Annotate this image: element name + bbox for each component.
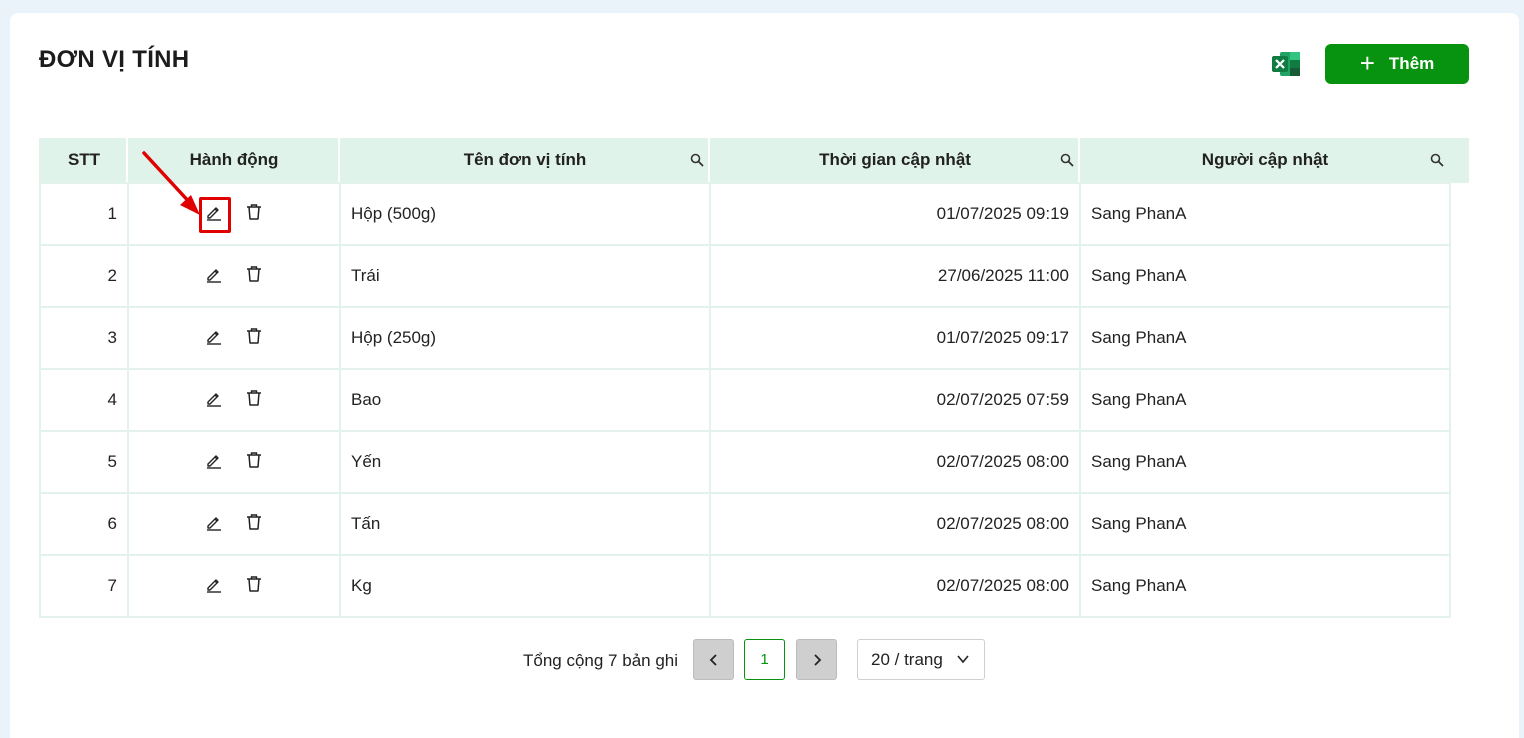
delete-icon[interactable] <box>245 575 263 593</box>
table-row: 2 Trái 27/06/2025 11:00 Sang PhanA <box>39 244 1451 308</box>
cell-name: Hộp (250g) <box>339 306 711 370</box>
table-header-row: STT Hành động Tên đơn vị tính Thời gian … <box>40 138 1450 183</box>
prev-page-button[interactable] <box>693 639 734 680</box>
cell-actions <box>127 368 341 432</box>
next-page-button[interactable] <box>796 639 837 680</box>
add-button-label: Thêm <box>1388 54 1435 73</box>
excel-export-button[interactable] <box>1271 51 1301 77</box>
delete-icon[interactable] <box>245 265 263 283</box>
cell-name: Hộp (500g) <box>339 182 711 246</box>
cell-stt: 2 <box>39 244 129 308</box>
delete-icon[interactable] <box>245 327 263 345</box>
cell-name: Trái <box>339 244 711 308</box>
pagination: Tổng cộng 7 bản ghi 1 20 / trang <box>0 639 1524 681</box>
chevron-left-icon <box>709 653 717 666</box>
cell-updated-by: Sang PhanA <box>1079 368 1451 432</box>
cell-stt: 1 <box>39 182 129 246</box>
cell-stt: 7 <box>39 554 129 618</box>
cell-updated-time: 02/07/2025 08:00 <box>709 492 1081 556</box>
cell-updated-by: Sang PhanA <box>1079 244 1451 308</box>
chevron-right-icon <box>813 653 821 666</box>
cell-updated-time: 01/07/2025 09:19 <box>709 182 1081 246</box>
cell-actions <box>127 430 341 494</box>
cell-name: Kg <box>339 554 711 618</box>
plus-icon: + <box>1359 47 1375 78</box>
delete-icon[interactable] <box>245 203 263 221</box>
cell-updated-by: Sang PhanA <box>1079 182 1451 246</box>
cell-updated-by: Sang PhanA <box>1079 306 1451 370</box>
cell-updated-by: Sang PhanA <box>1079 430 1451 494</box>
cell-updated-time: 01/07/2025 09:17 <box>709 306 1081 370</box>
annotation-arrow <box>142 151 200 215</box>
cell-updated-time: 02/07/2025 08:00 <box>709 554 1081 618</box>
cell-updated-time: 27/06/2025 11:00 <box>709 244 1081 308</box>
chevron-down-icon <box>957 655 969 664</box>
page-1-button[interactable]: 1 <box>744 639 785 680</box>
table-row: 1 Hộp (500g) 01/07/2025 09:19 Sang PhanA <box>39 182 1451 246</box>
cell-updated-time: 02/07/2025 07:59 <box>709 368 1081 432</box>
edit-icon[interactable] <box>205 327 223 345</box>
total-records: Tổng cộng 7 bản ghi <box>523 651 679 670</box>
page-title: ĐƠN VỊ TÍNH <box>39 46 190 73</box>
cell-stt: 6 <box>39 492 129 556</box>
search-icon[interactable] <box>690 153 704 167</box>
cell-stt: 5 <box>39 430 129 494</box>
table-row: 7 Kg 02/07/2025 08:00 Sang PhanA <box>39 554 1451 618</box>
column-header-updated-by: Người cập nhật <box>1080 138 1450 183</box>
page-size-value: 20 / trang <box>871 649 943 669</box>
delete-icon[interactable] <box>245 513 263 531</box>
edit-icon[interactable] <box>205 513 223 531</box>
table-row: 6 Tấn 02/07/2025 08:00 Sang PhanA <box>39 492 1451 556</box>
delete-icon[interactable] <box>245 451 263 469</box>
search-icon[interactable] <box>1060 153 1074 167</box>
cell-actions <box>127 306 341 370</box>
column-header-name: Tên đơn vị tính <box>340 138 710 183</box>
cell-updated-by: Sang PhanA <box>1079 554 1451 618</box>
column-header-updated-time: Thời gian cập nhật <box>710 138 1080 183</box>
units-table: STT Hành động Tên đơn vị tính Thời gian … <box>39 138 1469 618</box>
table-row: 5 Yến 02/07/2025 08:00 Sang PhanA <box>39 430 1451 494</box>
page-size-select[interactable]: 20 / trang <box>857 639 985 680</box>
table-row: 3 Hộp (250g) 01/07/2025 09:17 Sang PhanA <box>39 306 1451 370</box>
cell-name: Bao <box>339 368 711 432</box>
add-button[interactable]: + Thêm <box>1325 44 1469 84</box>
cell-actions <box>127 244 341 308</box>
cell-stt: 4 <box>39 368 129 432</box>
search-icon[interactable] <box>1430 153 1444 167</box>
cell-updated-time: 02/07/2025 08:00 <box>709 430 1081 494</box>
edit-icon[interactable] <box>205 389 223 407</box>
excel-icon <box>1272 52 1300 76</box>
column-header-stt: STT <box>40 138 128 183</box>
delete-icon[interactable] <box>245 389 263 407</box>
table-row: 4 Bao 02/07/2025 07:59 Sang PhanA <box>39 368 1451 432</box>
cell-actions <box>127 554 341 618</box>
cell-name: Yến <box>339 430 711 494</box>
cell-updated-by: Sang PhanA <box>1079 492 1451 556</box>
edit-icon[interactable] <box>205 265 223 283</box>
edit-icon[interactable] <box>205 575 223 593</box>
cell-stt: 3 <box>39 306 129 370</box>
edit-icon[interactable] <box>205 451 223 469</box>
cell-name: Tấn <box>339 492 711 556</box>
cell-actions <box>127 492 341 556</box>
